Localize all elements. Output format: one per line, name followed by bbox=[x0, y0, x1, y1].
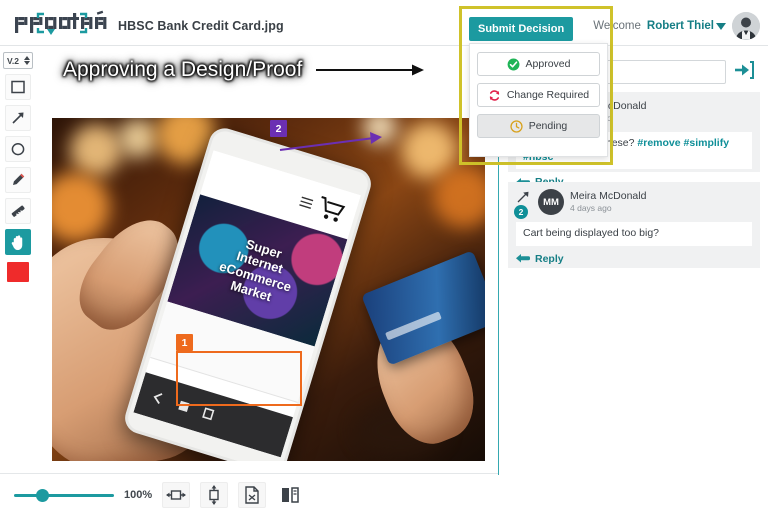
decision-option-change-required[interactable]: Change Required bbox=[477, 83, 600, 107]
square-icon bbox=[11, 80, 25, 94]
refresh-icon bbox=[489, 89, 500, 101]
send-arrow-icon bbox=[735, 60, 754, 79]
pan-tool[interactable] bbox=[5, 229, 31, 255]
proofcafe-logo[interactable] bbox=[14, 9, 114, 37]
arrow-annotation[interactable] bbox=[278, 128, 386, 158]
comment-author: Meira McDonald bbox=[570, 190, 647, 202]
user-name[interactable]: Robert Thiel bbox=[647, 20, 726, 32]
highlighter-tool[interactable] bbox=[5, 198, 31, 224]
reply-arrow-icon bbox=[516, 254, 530, 263]
comment-reply-button[interactable]: Reply bbox=[516, 253, 752, 265]
decision-option-label: Approved bbox=[525, 58, 571, 70]
user-menu[interactable]: Welcome Robert Thiel bbox=[593, 12, 760, 40]
comment-text: Cart being displayed too big? bbox=[516, 222, 752, 246]
pen-tool[interactable] bbox=[5, 167, 31, 193]
zoom-slider-track bbox=[14, 493, 114, 497]
comment-header: 2 MM Meira McDonald 4 days ago bbox=[514, 189, 752, 219]
arrow-up-right-icon bbox=[12, 112, 24, 124]
proof-canvas[interactable]: Super Internet eCommerce Market 1 2 bbox=[40, 52, 497, 472]
decision-option-label: Change Required bbox=[506, 89, 590, 101]
view-toolbar: 100% bbox=[0, 473, 498, 515]
callout-label: Approving a Design/Proof bbox=[63, 58, 303, 81]
decision-dropdown-menu: Approved Change Required Pending bbox=[469, 43, 608, 157]
comment-marker-badge[interactable]: 2 bbox=[514, 205, 528, 219]
annotation-marker-1[interactable]: 1 bbox=[176, 334, 193, 351]
fit-page-button[interactable] bbox=[238, 481, 267, 508]
comment-tag[interactable]: #simplify bbox=[684, 137, 730, 149]
arrow-tool[interactable] bbox=[5, 105, 31, 131]
chevron-down-icon bbox=[716, 23, 726, 30]
rectangle-tool[interactable] bbox=[5, 74, 31, 100]
fit-width-button[interactable] bbox=[162, 481, 191, 508]
fit-width-icon bbox=[166, 489, 187, 500]
fit-page-icon bbox=[245, 485, 259, 504]
hand-icon bbox=[11, 234, 22, 250]
check-circle-icon bbox=[507, 58, 519, 70]
fit-height-button[interactable] bbox=[200, 481, 229, 508]
zoom-slider[interactable] bbox=[14, 488, 114, 502]
submit-decision-button[interactable]: Submit Decision bbox=[469, 17, 574, 41]
comment-text-plain: Cart being displayed too big? bbox=[523, 227, 660, 239]
menu-icon bbox=[299, 196, 314, 209]
zoom-slider-thumb[interactable] bbox=[36, 488, 49, 502]
submit-decision-highlight: Submit Decision Approved Change Required bbox=[459, 6, 613, 165]
comment-tag[interactable]: #remove bbox=[637, 137, 680, 149]
compare-split-icon bbox=[282, 486, 299, 503]
circle-icon bbox=[11, 143, 25, 156]
ruler-icon bbox=[11, 205, 25, 217]
ellipse-tool[interactable] bbox=[5, 136, 31, 162]
proofcafe-logo-icon bbox=[15, 10, 107, 35]
comment-timestamp: 4 days ago bbox=[570, 202, 612, 213]
proofcafe-app: HBSC Bank Credit Card.jpg Welcome Robert… bbox=[0, 0, 768, 515]
fit-height-icon bbox=[209, 484, 219, 505]
clock-icon bbox=[510, 119, 523, 133]
color-swatch[interactable] bbox=[7, 262, 29, 282]
long-right-arrow-icon bbox=[316, 64, 425, 76]
stepper-icon bbox=[24, 56, 30, 65]
avatar[interactable] bbox=[732, 12, 760, 40]
decision-option-pending[interactable]: Pending bbox=[477, 114, 600, 138]
comment-meta: Meira McDonald 4 days ago bbox=[570, 189, 646, 213]
user-avatar-icon bbox=[732, 12, 760, 40]
app-header: HBSC Bank Credit Card.jpg Welcome Robert… bbox=[0, 0, 768, 46]
decision-option-approved[interactable]: Approved bbox=[477, 52, 600, 76]
comment-item[interactable]: 2 MM Meira McDonald 4 days ago Cart bein… bbox=[508, 182, 760, 268]
rectangle-annotation[interactable] bbox=[176, 351, 302, 406]
annotation-toolbar: V.2 bbox=[0, 52, 36, 282]
comment-avatar: MM bbox=[538, 189, 564, 215]
version-value: V.2 bbox=[7, 55, 19, 66]
compare-versions-button[interactable] bbox=[276, 482, 304, 508]
annotation-marker-2[interactable]: 2 bbox=[270, 120, 287, 137]
zoom-level-label: 100% bbox=[124, 488, 153, 501]
shopping-cart-icon bbox=[321, 196, 346, 222]
decision-option-label: Pending bbox=[528, 120, 568, 132]
user-name-label: Robert Thiel bbox=[646, 20, 714, 32]
arrow-up-right-icon bbox=[517, 191, 529, 203]
reply-label: Reply bbox=[535, 252, 564, 265]
tutorial-callout: Approving a Design/Proof bbox=[63, 58, 426, 82]
version-select[interactable]: V.2 bbox=[3, 52, 33, 69]
document-title: HBSC Bank Credit Card.jpg bbox=[118, 19, 284, 33]
proof-image[interactable]: Super Internet eCommerce Market 1 2 bbox=[52, 118, 485, 461]
pencil-icon bbox=[13, 173, 25, 185]
send-comment-button[interactable] bbox=[734, 60, 754, 84]
